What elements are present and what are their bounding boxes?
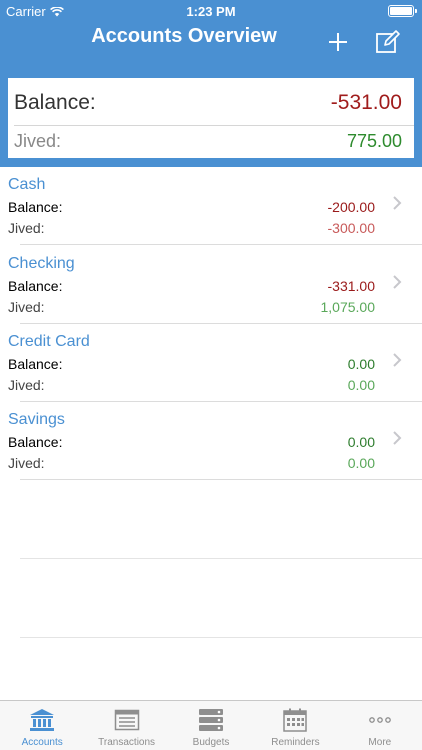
total-balance-value: -531.00 [330,91,402,114]
jived-label: Jived: [8,220,45,236]
battery-icon [388,5,417,17]
row-divider [20,244,422,245]
calendar-icon [283,708,308,732]
row-divider [20,479,422,480]
empty-row-divider [20,637,422,638]
chevron-right-icon [393,431,402,445]
chevron-right-icon [393,275,402,289]
budgets-icon [199,709,224,731]
account-name: Credit Card [8,333,90,350]
page-title: Accounts Overview [0,22,422,50]
status-bar: Carrier 1:23 PM [0,0,422,22]
balance-label: Balance: [8,356,63,372]
tab-label: Accounts [21,737,63,748]
account-row-savings[interactable]: Savings Balance: 0.00 Jived: 0.00 [0,402,422,480]
total-jived-value: 775.00 [346,131,402,151]
balance-value: 0.00 [347,356,375,372]
bank-icon [30,709,55,731]
total-jived-label: Jived: [14,131,62,151]
balance-label: Balance: [8,199,63,215]
balance-value: 0.00 [347,434,375,450]
account-row-checking[interactable]: Checking Balance: -331.00 Jived: 1,075.0… [0,246,422,324]
tab-transactions[interactable]: Transactions [84,701,168,750]
account-name: Checking [8,255,75,272]
tab-budgets[interactable]: Budgets [169,701,253,750]
jived-value: 1,075.00 [320,299,376,315]
balance-label: Balance: [8,278,63,294]
balance-value: -200.00 [327,199,375,215]
jived-value: 0.00 [347,455,375,471]
tab-more[interactable]: More [338,701,422,750]
balance-value: -331.00 [327,278,375,294]
tab-bar: Accounts Transactions Budgets Reminders … [0,700,422,750]
tab-label: More [368,737,392,748]
transactions-icon [114,709,139,731]
more-icon [368,717,391,723]
account-name: Savings [8,411,65,428]
jived-value: 0.00 [347,377,375,393]
summary-card: Balance: -531.00 Jived: 775.00 [8,78,414,158]
empty-row-divider [20,558,422,559]
account-row-credit-card[interactable]: Credit Card Balance: 0.00 Jived: 0.00 [0,324,422,402]
tab-reminders[interactable]: Reminders [253,701,337,750]
chevron-right-icon [393,196,402,210]
tab-accounts[interactable]: Accounts [0,701,84,750]
account-name: Cash [8,176,46,193]
header: Carrier 1:23 PM Accounts Overview Balanc… [0,0,422,167]
page-title-text: Accounts Overview [91,25,277,47]
jived-label: Jived: [8,377,45,393]
compose-icon[interactable] [375,29,401,55]
jived-label: Jived: [8,299,45,315]
tab-label: Reminders [271,737,320,748]
jived-value: -300.00 [327,220,375,236]
jived-label: Jived: [8,455,45,471]
clock: 1:23 PM [186,4,236,19]
tab-label: Budgets [192,737,230,748]
account-row-cash[interactable]: Cash Balance: -200.00 Jived: -300.00 [0,167,422,245]
chevron-right-icon [393,353,402,367]
summary-divider [14,125,414,126]
tab-label: Transactions [98,737,156,748]
plus-icon[interactable] [326,30,350,54]
total-balance-label: Balance: [14,91,96,114]
balance-label: Balance: [8,434,63,450]
